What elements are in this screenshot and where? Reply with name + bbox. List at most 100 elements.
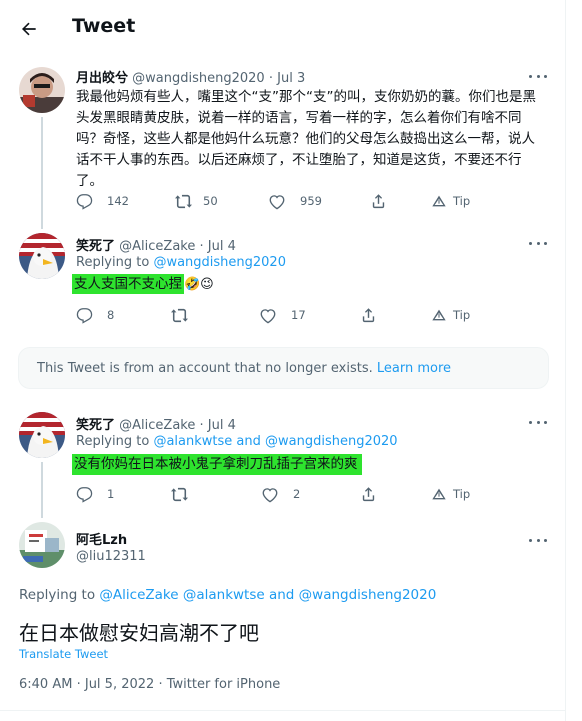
tip-label: Tip <box>453 194 471 208</box>
tweet-date[interactable]: Jul 4 <box>208 239 236 254</box>
divider <box>0 710 566 711</box>
share-icon <box>372 194 385 209</box>
learn-more-link[interactable]: Learn more <box>377 361 451 376</box>
share-icon <box>362 308 375 323</box>
thread-line <box>41 117 43 229</box>
tip-label: Tip <box>453 487 471 501</box>
display-name[interactable]: 笑死了 <box>76 418 115 433</box>
tweet-header: 笑死了 @AliceZake · Jul 4 <box>76 414 236 433</box>
replying-to: Replying to @wangdisheng2020 <box>76 255 286 270</box>
like-count: 959 <box>300 194 322 208</box>
mention-link[interactable]: @wangdisheng2020 <box>299 587 437 603</box>
separator: · <box>199 418 204 433</box>
tweet-actions: 142 50 959 Tip <box>76 191 476 211</box>
tweet-header: 月出皎兮 @wangdisheng2020 · Jul 3 <box>76 67 305 86</box>
separator: · <box>199 239 204 254</box>
back-button[interactable] <box>14 14 44 44</box>
like-button[interactable]: 17 <box>259 305 306 325</box>
replying-to: Replying to @alankwtse and @wangdisheng2… <box>76 434 398 449</box>
tip-icon <box>432 488 446 500</box>
tip-button[interactable]: Tip <box>431 305 470 325</box>
mention-link[interactable]: @alankwtse <box>183 587 265 603</box>
avatar[interactable] <box>19 522 65 568</box>
tweet-text: 没有你妈在日本被小鬼子拿刺刀乱插子宫来的爽 <box>72 453 362 475</box>
back-arrow-icon <box>22 22 36 36</box>
tweet-date[interactable]: Jul 3 <box>277 71 305 86</box>
retweet-icon <box>171 487 188 501</box>
like-icon <box>269 194 285 209</box>
unavailable-tweet-notice: This Tweet is from an account that no lo… <box>18 347 549 389</box>
tweet-meta: 6:40 AM · Jul 5, 2022 · Twitter for iPho… <box>19 677 280 692</box>
retweet-count: 50 <box>203 194 218 208</box>
handle[interactable]: @AliceZake <box>119 239 195 254</box>
mention-link[interactable]: @alankwtse <box>153 434 232 449</box>
replying-and: and <box>232 434 265 449</box>
mention-link[interactable]: @AliceZake <box>99 587 178 603</box>
like-button[interactable]: 959 <box>268 191 322 211</box>
reply-button[interactable]: 8 <box>76 305 114 325</box>
like-icon <box>260 308 276 323</box>
like-icon <box>262 487 278 502</box>
reply-icon <box>76 486 93 503</box>
like-count: 2 <box>293 487 301 501</box>
reply-button[interactable]: 142 <box>76 191 129 211</box>
tip-icon <box>432 195 446 207</box>
like-count: 17 <box>291 308 306 322</box>
share-icon <box>362 487 375 502</box>
retweet-icon <box>171 308 188 322</box>
display-name[interactable]: 笑死了 <box>76 239 115 254</box>
more-button[interactable] <box>529 416 547 428</box>
tip-label: Tip <box>453 308 471 322</box>
avatar[interactable] <box>19 412 65 458</box>
reply-icon <box>76 193 93 210</box>
tweet-thread-page: Tweet 月出皎兮 @wangdisheng2020 · Jul 3 我最他妈… <box>0 0 566 721</box>
like-button[interactable]: 2 <box>261 484 300 504</box>
share-button[interactable] <box>360 484 377 504</box>
display-name[interactable]: 阿毛Lzh <box>76 529 127 548</box>
retweet-button[interactable] <box>170 484 189 504</box>
replying-prefix: Replying to <box>76 434 154 449</box>
notice-text: This Tweet is from an account that no lo… <box>37 361 377 376</box>
tweet-full-date[interactable]: Jul 5, 2022 <box>85 677 154 692</box>
emoji: 🤣😉 <box>184 277 214 292</box>
reply-count: 8 <box>107 308 115 322</box>
replying-prefix: Replying to <box>19 587 100 603</box>
highlighted-text: 支人支国不支心捏 <box>72 274 184 294</box>
reply-icon <box>76 307 93 324</box>
replying-prefix: Replying to <box>76 255 154 270</box>
retweet-icon <box>175 194 192 208</box>
tweet-source[interactable]: Twitter for iPhone <box>167 677 281 692</box>
avatar[interactable] <box>19 67 65 113</box>
reply-count: 1 <box>107 487 115 501</box>
handle[interactable]: @liu12311 <box>76 549 146 564</box>
tweet-actions: 8 17 Tip <box>76 305 476 325</box>
reply-button[interactable]: 1 <box>76 484 114 504</box>
handle[interactable]: @AliceZake <box>119 418 195 433</box>
tip-button[interactable]: Tip <box>431 191 470 211</box>
handle[interactable]: @wangdisheng2020 <box>132 71 265 86</box>
tweet-date[interactable]: Jul 4 <box>208 418 236 433</box>
avatar[interactable] <box>19 233 65 279</box>
share-button[interactable] <box>370 191 387 211</box>
tweet-text: 我最他妈烦有些人，嘴里这个“支”那个“支”的叫，支你奶奶的蘘。你们也是黑头发黑眼… <box>76 89 536 189</box>
tweet-time[interactable]: 6:40 AM <box>19 677 72 692</box>
main-tweet-text: 在日本做慰安妇高潮不了吧 <box>19 621 259 645</box>
more-button[interactable] <box>529 237 547 249</box>
retweet-button[interactable] <box>170 305 189 325</box>
tip-button[interactable]: Tip <box>431 484 470 504</box>
mention-link[interactable]: @wangdisheng2020 <box>265 434 398 449</box>
separator: · <box>76 677 81 692</box>
thread-line <box>41 462 43 518</box>
mention-link[interactable]: @wangdisheng2020 <box>153 255 286 270</box>
retweet-button[interactable]: 50 <box>174 191 218 211</box>
more-button[interactable] <box>529 70 547 82</box>
replying-to: Replying to @AliceZake @alankwtse and @w… <box>19 587 436 603</box>
display-name[interactable]: 月出皎兮 <box>76 71 128 86</box>
more-button[interactable] <box>529 534 547 546</box>
page-title: Tweet <box>72 15 136 37</box>
highlighted-text: 没有你妈在日本被小鬼子拿刺刀乱插子宫来的爽 <box>72 454 362 475</box>
tweet-text: 支人支国不支心捏 🤣😉 <box>72 273 214 294</box>
translate-tweet-link[interactable]: Translate Tweet <box>19 647 108 661</box>
share-button[interactable] <box>360 305 377 325</box>
tip-icon <box>432 309 446 321</box>
